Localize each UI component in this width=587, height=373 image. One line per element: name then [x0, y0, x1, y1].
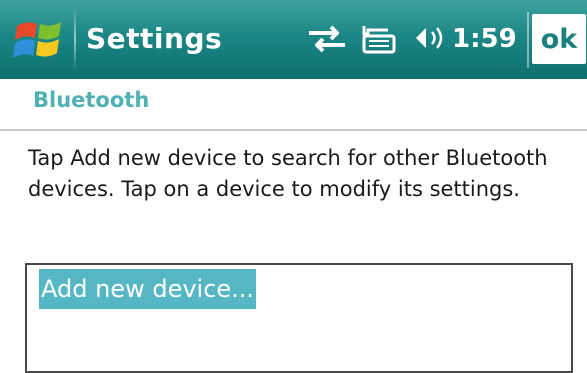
- windows-start-icon: [13, 22, 61, 58]
- app-title: Settings: [86, 22, 223, 55]
- volume-icon[interactable]: [410, 22, 448, 56]
- ok-separator: [527, 12, 529, 68]
- ok-button[interactable]: ok: [532, 14, 586, 64]
- add-new-device-item[interactable]: Add new device...: [39, 269, 257, 309]
- sync-arrows-icon[interactable]: [305, 22, 349, 56]
- device-list[interactable]: Add new device...: [25, 263, 573, 373]
- clock[interactable]: 1:59: [452, 24, 517, 54]
- instructions-text: Tap Add new device to search for other B…: [28, 146, 548, 201]
- title-bar: Settings 1:59 ok: [0, 0, 587, 79]
- start-button[interactable]: [8, 14, 70, 66]
- phone-icon[interactable]: [358, 22, 400, 56]
- title-separator: [74, 10, 76, 68]
- heading-divider: [0, 129, 587, 131]
- page-heading: Bluetooth: [33, 88, 150, 112]
